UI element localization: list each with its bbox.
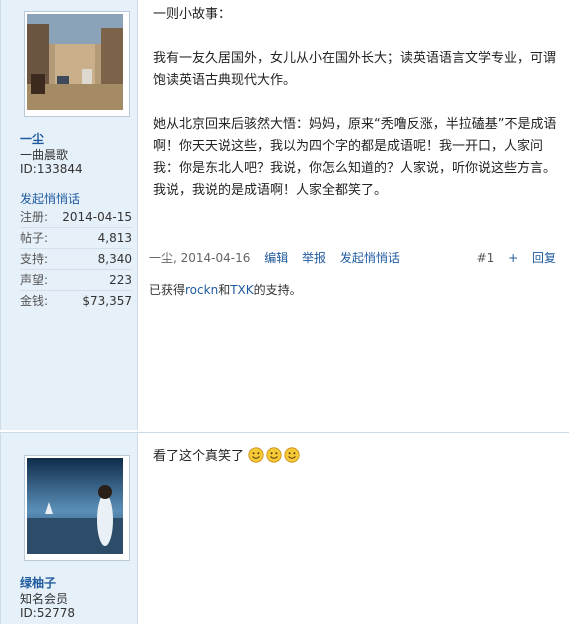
post-1: 一尘 一曲晨歌 ID:133844 发起悄悄话 注册: 2014-04-15 帖子…: [0, 0, 569, 430]
floor-number[interactable]: #1: [477, 251, 495, 265]
stat-label: 支持:: [20, 252, 49, 266]
send-pm-link[interactable]: 发起悄悄话: [20, 190, 80, 207]
post-message: 看了这个真笑了: [153, 446, 568, 468]
message-paragraph: 她从北京回来后骇然大悟：妈妈，原来“秃噜反涨，半拉磕基”不是成语啊！你天天说这些…: [153, 117, 557, 198]
user-id: ID:52778: [20, 606, 75, 620]
post-2: 绿柚子 知名会员 ID:52778 看了这个真笑了: [0, 432, 569, 624]
support-user-link[interactable]: TXK: [230, 283, 253, 297]
stat-label: 金钱:: [20, 294, 49, 308]
stat-value: 223: [109, 273, 132, 287]
message-line: 一则小故事：: [153, 7, 232, 22]
edit-link[interactable]: 编辑: [264, 251, 288, 265]
plus-button[interactable]: +: [508, 251, 518, 265]
support-user-link[interactable]: rockn: [185, 283, 218, 297]
support-line: 已获得rockn和TXK的支持。: [149, 281, 302, 298]
user-sidebar: 绿柚子 知名会员 ID:52778: [1, 433, 138, 624]
smile-icon: [266, 447, 282, 463]
message-paragraph: 我有一友久居国外，女儿从小在国外长大；读英语语言文学专业，可谓饱读英语古典现代大…: [153, 51, 557, 88]
post-author-date: 一尘, 2014-04-16: [149, 251, 251, 265]
post-message: 一则小故事： 我有一友久居国外，女儿从小在国外长大；读英语语言文学专业，可谓饱读…: [153, 0, 568, 202]
report-link[interactable]: 举报: [302, 251, 326, 265]
stat-row: 支持: 8,340: [20, 248, 132, 269]
post-actions: #1 + 回复: [467, 249, 556, 267]
stat-label: 帖子:: [20, 231, 49, 245]
stat-row: 帖子: 4,813: [20, 227, 132, 248]
stat-value: 4,813: [97, 231, 132, 245]
stat-label: 声望:: [20, 273, 49, 287]
reply-link[interactable]: 回复: [532, 251, 556, 265]
smile-icon: [284, 447, 300, 463]
avatar[interactable]: [24, 11, 130, 117]
avatar-image: [27, 458, 123, 554]
user-stats: 注册: 2014-04-15 帖子: 4,813 支持: 8,340 声望: 223 金…: [20, 207, 132, 311]
avatar-image: [27, 14, 123, 110]
smile-icon: [248, 447, 264, 463]
username[interactable]: 一尘: [20, 130, 44, 147]
avatar[interactable]: [24, 455, 130, 561]
pm-link[interactable]: 发起悄悄话: [340, 251, 400, 265]
support-and: 和: [218, 283, 231, 297]
stat-value: 2014-04-15: [62, 210, 132, 224]
stat-value: 8,340: [97, 252, 132, 266]
stat-row: 注册: 2014-04-15: [20, 207, 132, 227]
stat-row: 金钱: $73,357: [20, 290, 132, 311]
username[interactable]: 绿柚子: [20, 574, 56, 591]
user-group: 知名会员: [20, 592, 69, 606]
user-group: 一曲晨歌: [20, 148, 69, 162]
support-prefix: 已获得: [149, 283, 186, 297]
stat-value: $73,357: [82, 294, 132, 308]
user-id: ID:133844: [20, 162, 83, 176]
user-sidebar: 一尘 一曲晨歌 ID:133844 发起悄悄话 注册: 2014-04-15 帖子…: [1, 0, 138, 430]
stat-row: 声望: 223: [20, 269, 132, 290]
message-text: 看了这个真笑了: [153, 449, 245, 464]
stat-label: 注册:: [20, 210, 49, 224]
support-suffix: 的支持。: [253, 283, 302, 297]
post-footer: 一尘, 2014-04-16 编辑 举报 发起悄悄话 #1 + 回复: [149, 249, 564, 267]
